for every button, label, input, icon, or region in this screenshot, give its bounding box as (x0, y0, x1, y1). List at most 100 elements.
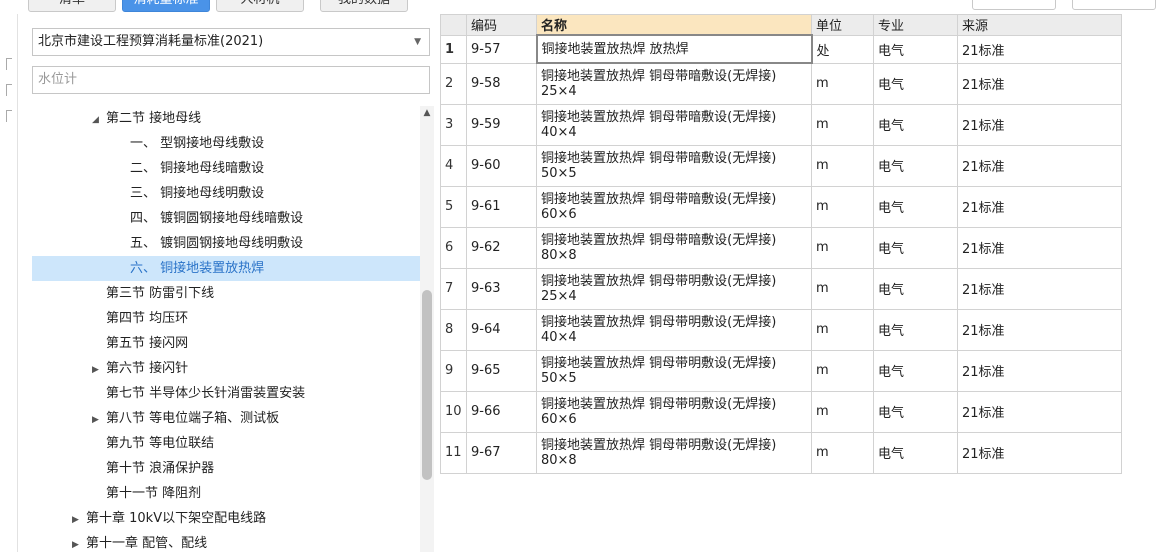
cell-source[interactable]: 21标准 (957, 390, 1122, 433)
tree-item[interactable]: ▶ 第六节 接闪针 (32, 356, 422, 381)
cell-index[interactable]: 4 (440, 144, 467, 187)
cell-source[interactable]: 21标准 (957, 349, 1122, 392)
tree-item[interactable]: 四、 镀铜圆钢接地母线暗敷设 (32, 206, 422, 231)
cell-code[interactable]: 9-67 (466, 431, 537, 474)
cell-major[interactable]: 电气 (873, 431, 958, 474)
quota-standard-select[interactable]: 北京市建设工程预算消耗量标准(2021) ▼ (32, 28, 430, 56)
cell-unit[interactable]: m (811, 308, 874, 351)
cell-index[interactable]: 1 (440, 34, 467, 64)
tree-item[interactable]: 第十一节 降阻剂 (32, 481, 422, 506)
cell-unit[interactable]: m (811, 349, 874, 392)
cell-major[interactable]: 电气 (873, 185, 958, 228)
column-header-major[interactable]: 专业 (873, 14, 958, 36)
cell-source[interactable]: 21标准 (957, 431, 1122, 474)
cell-index[interactable]: 3 (440, 103, 467, 146)
cell-unit[interactable]: m (811, 226, 874, 269)
cell-name[interactable]: 铜接地装置放热焊 铜母带暗敷设(无焊接) 25×4 (536, 62, 812, 105)
cell-major[interactable]: 电气 (873, 390, 958, 433)
tab-quota-standard[interactable]: 消耗量标准 (122, 0, 210, 12)
scroll-thumb[interactable] (422, 290, 432, 480)
cell-name[interactable]: 铜接地装置放热焊 铜母带明敷设(无焊接) 40×4 (536, 308, 812, 351)
cell-source[interactable]: 21标准 (957, 308, 1122, 351)
table-row[interactable]: 9 9-65 铜接地装置放热焊 铜母带明敷设(无焊接) 50×5 m 电气 21标准 (440, 349, 1122, 392)
tree-item[interactable]: ▶ 第八节 等电位端子箱、测试板 (32, 406, 422, 431)
column-header-name[interactable]: 名称 (536, 14, 812, 36)
cell-major[interactable]: 电气 (873, 144, 958, 187)
cell-name[interactable]: 铜接地装置放热焊 铜母带暗敷设(无焊接) 40×4 (536, 103, 812, 146)
tree-item[interactable]: 第五节 接闪网 (32, 331, 422, 356)
cell-source[interactable]: 21标准 (957, 62, 1122, 105)
top-action-button-2[interactable] (1072, 0, 1156, 10)
table-row[interactable]: 10 9-66 铜接地装置放热焊 铜母带明敷设(无焊接) 60×6 m 电气 21标准 (440, 390, 1122, 433)
cell-source[interactable]: 21标准 (957, 34, 1122, 64)
cell-unit[interactable]: m (811, 62, 874, 105)
cell-unit[interactable]: m (811, 267, 874, 310)
cell-code[interactable]: 9-66 (466, 390, 537, 433)
expanded-arrow-icon[interactable]: ◢ (92, 108, 106, 133)
cell-index[interactable]: 2 (440, 62, 467, 105)
cell-index[interactable]: 11 (440, 431, 467, 474)
cell-name[interactable]: 铜接地装置放热焊 铜母带明敷设(无焊接) 50×5 (536, 349, 812, 392)
cell-name[interactable]: 铜接地装置放热焊 铜母带明敷设(无焊接) 25×4 (536, 267, 812, 310)
cell-index[interactable]: 10 (440, 390, 467, 433)
cell-index[interactable]: 7 (440, 267, 467, 310)
cell-name[interactable]: 铜接地装置放热焊 铜母带暗敷设(无焊接) 80×8 (536, 226, 812, 269)
column-header-code[interactable]: 编码 (466, 14, 537, 36)
collapsed-arrow-icon[interactable]: ▶ (72, 533, 86, 552)
cell-name[interactable]: 铜接地装置放热焊 铜母带明敷设(无焊接) 80×8 (536, 431, 812, 474)
tab-my-data[interactable]: 我的数据 (320, 0, 408, 12)
cell-code[interactable]: 9-64 (466, 308, 537, 351)
cell-major[interactable]: 电气 (873, 226, 958, 269)
top-action-button-1[interactable] (972, 0, 1056, 10)
cell-index[interactable]: 6 (440, 226, 467, 269)
cell-major[interactable]: 电气 (873, 349, 958, 392)
cell-name[interactable]: 铜接地装置放热焊 铜母带暗敷设(无焊接) 50×5 (536, 144, 812, 187)
cell-code[interactable]: 9-57 (466, 34, 537, 64)
tab-list[interactable]: 清单 (28, 0, 116, 12)
cell-code[interactable]: 9-58 (466, 62, 537, 105)
cell-name[interactable]: 铜接地装置放热焊 放热焊 (535, 34, 813, 64)
cell-unit[interactable]: 处 (811, 34, 874, 64)
tree-item[interactable]: 第七节 半导体少长针消雷装置安装 (32, 381, 422, 406)
cell-major[interactable]: 电气 (873, 267, 958, 310)
cell-code[interactable]: 9-60 (466, 144, 537, 187)
table-row[interactable]: 1 9-57 铜接地装置放热焊 放热焊处电气 21标准 (440, 34, 1122, 64)
cell-code[interactable]: 9-59 (466, 103, 537, 146)
collapsed-arrow-icon[interactable]: ▶ (72, 508, 86, 533)
tree-item[interactable]: 六、 铜接地装置放热焊 (32, 256, 422, 281)
cell-source[interactable]: 21标准 (957, 144, 1122, 187)
table-row[interactable]: 7 9-63 铜接地装置放热焊 铜母带明敷设(无焊接) 25×4 m 电气 21标准 (440, 267, 1122, 310)
table-row[interactable]: 6 9-62 铜接地装置放热焊 铜母带暗敷设(无焊接) 80×8 m 电气 21标准 (440, 226, 1122, 269)
cell-name[interactable]: 铜接地装置放热焊 铜母带暗敷设(无焊接) 60×6 (536, 185, 812, 228)
table-row[interactable]: 11 9-67 铜接地装置放热焊 铜母带明敷设(无焊接) 80×8 m 电气 21标准 (440, 431, 1122, 474)
cell-index[interactable]: 9 (440, 349, 467, 392)
cell-source[interactable]: 21标准 (957, 185, 1122, 228)
cell-major[interactable]: 电气 (873, 308, 958, 351)
table-row[interactable]: 5 9-61 铜接地装置放热焊 铜母带暗敷设(无焊接) 60×6 m 电气 21标准 (440, 185, 1122, 228)
tree-item[interactable]: 第十节 浪涌保护器 (32, 456, 422, 481)
tree-item[interactable]: 五、 镀铜圆钢接地母线明敷设 (32, 231, 422, 256)
cell-major[interactable]: 电气 (873, 34, 958, 64)
cell-unit[interactable]: m (811, 185, 874, 228)
cell-unit[interactable]: m (811, 390, 874, 433)
collapsed-arrow-icon[interactable]: ▶ (92, 408, 106, 433)
cell-code[interactable]: 9-62 (466, 226, 537, 269)
cell-major[interactable]: 电气 (873, 62, 958, 105)
cell-index[interactable]: 5 (440, 185, 467, 228)
tree-item[interactable]: 三、 铜接地母线明敷设 (32, 181, 422, 206)
tree-item[interactable]: 第三节 防雷引下线 (32, 281, 422, 306)
column-header-unit[interactable]: 单位 (811, 14, 874, 36)
scroll-up-icon[interactable]: ▲ (422, 108, 432, 118)
cell-name[interactable]: 铜接地装置放热焊 铜母带明敷设(无焊接) 60×6 (536, 390, 812, 433)
table-row[interactable]: 2 9-58 铜接地装置放热焊 铜母带暗敷设(无焊接) 25×4 m 电气 21标准 (440, 62, 1122, 105)
cell-major[interactable]: 电气 (873, 103, 958, 146)
tree-item[interactable]: ▶ 第十一章 配管、配线 (32, 531, 422, 552)
tree-item[interactable]: 第九节 等电位联结 (32, 431, 422, 456)
tab-labor-material-machine[interactable]: 人材机 (216, 0, 304, 12)
cell-unit[interactable]: m (811, 103, 874, 146)
table-row[interactable]: 8 9-64 铜接地装置放热焊 铜母带明敷设(无焊接) 40×4 m 电气 21标准 (440, 308, 1122, 351)
cell-source[interactable]: 21标准 (957, 226, 1122, 269)
cell-code[interactable]: 9-65 (466, 349, 537, 392)
cell-index[interactable]: 8 (440, 308, 467, 351)
cell-code[interactable]: 9-63 (466, 267, 537, 310)
